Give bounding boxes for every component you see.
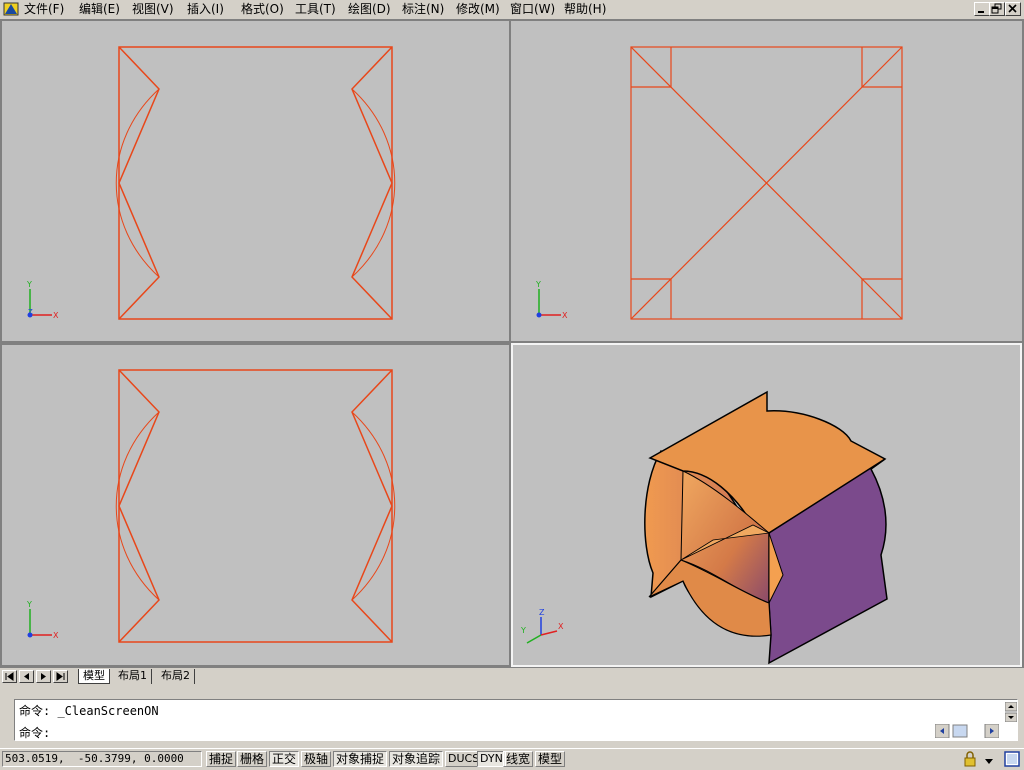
side-view-drawing: Y X	[26, 369, 396, 643]
ucs-x-label: X	[562, 311, 568, 320]
prev-icon	[24, 673, 29, 680]
next-icon	[41, 673, 46, 680]
command-text-area[interactable]: 命令: _CleanScreenON 命令:	[14, 699, 1018, 741]
minimize-button[interactable]	[974, 2, 990, 16]
close-button[interactable]	[1005, 2, 1021, 16]
status-grid-button[interactable]: 栅格	[237, 751, 268, 767]
ucs-y-label: Y	[520, 626, 526, 635]
viewport-top[interactable]: Y X	[511, 21, 1022, 341]
menu-edit[interactable]: 编辑(E)	[79, 2, 120, 16]
status-ortho-button[interactable]: 正交	[269, 751, 300, 767]
menu-tools[interactable]: 工具(T)	[295, 2, 336, 16]
tab-nav-prev-button[interactable]	[19, 670, 34, 683]
hscroll-icon	[934, 723, 1000, 739]
status-otrack-button[interactable]: 对象追踪	[389, 751, 444, 767]
command-prompt: 命令:	[19, 726, 51, 740]
tray-menu-arrow-icon[interactable]	[984, 755, 994, 765]
viewport-side[interactable]: Y X	[2, 345, 509, 665]
command-vertical-scrollbar[interactable]	[1004, 701, 1018, 723]
status-dyn-button[interactable]: DYN	[477, 751, 506, 767]
autocad-app-icon[interactable]	[3, 1, 19, 17]
clean-screen-icon[interactable]	[1004, 751, 1020, 767]
status-polar-button[interactable]: 极轴	[301, 751, 332, 767]
front-view-drawing: Y X Z	[26, 46, 396, 320]
last-icon	[56, 672, 65, 681]
ucs-x-label: X	[53, 311, 59, 320]
viewport-3d[interactable]: Z Y X	[511, 343, 1022, 667]
tab-nav-last-button[interactable]	[53, 670, 68, 683]
menu-view[interactable]: 视图(V)	[132, 2, 174, 16]
command-history-line: 命令: _CleanScreenON	[19, 704, 159, 718]
first-icon	[5, 672, 14, 681]
layout-tabs-bar: 模型 布局1 布局2	[0, 667, 1024, 684]
menu-format[interactable]: 格式(O)	[241, 2, 284, 16]
minimize-icon	[978, 11, 984, 13]
command-horizontal-scrollbar[interactable]	[934, 723, 1000, 739]
ucs-icon: Y X	[26, 600, 59, 640]
menu-draw[interactable]: 绘图(D)	[348, 2, 391, 16]
ucs-icon-3d: Z Y X	[520, 608, 564, 644]
tab-layout2[interactable]: 布局2	[157, 669, 195, 684]
tab-layout1[interactable]: 布局1	[114, 669, 152, 684]
menu-modify[interactable]: 修改(M)	[456, 2, 500, 16]
tab-nav-first-button[interactable]	[2, 670, 17, 683]
viewport-front[interactable]: Y X Z	[2, 21, 509, 341]
restore-button[interactable]	[989, 2, 1005, 16]
tab-nav-next-button[interactable]	[36, 670, 51, 683]
menu-bar: 文件(F) 编辑(E) 视图(V) 插入(I) 格式(O) 工具(T) 绘图(D…	[0, 0, 1024, 19]
ucs-y-label: Y	[26, 600, 32, 609]
ucs-icon: Y X	[535, 280, 568, 320]
tab-model[interactable]: 模型	[78, 669, 110, 684]
ucs-y-label: Y	[26, 280, 32, 289]
menu-file[interactable]: 文件(F)	[24, 2, 64, 16]
status-lineweight-button[interactable]: 线宽	[503, 751, 534, 767]
status-snap-button[interactable]: 捕捉	[206, 751, 237, 767]
command-window: 命令: _CleanScreenON 命令:	[0, 684, 1024, 746]
status-model-button[interactable]: 模型	[535, 751, 566, 767]
ucs-icon: Y X Z	[26, 280, 59, 320]
ucs-z-label: Z	[539, 608, 545, 617]
ucs-z-label: Z	[28, 308, 33, 316]
restore-icon	[991, 3, 1002, 14]
status-bar: 503.0519, -50.3799, 0.0000 捕捉 栅格 正交 极轴 对…	[0, 748, 1024, 768]
lock-icon[interactable]	[962, 751, 978, 767]
menu-help[interactable]: 帮助(H)	[564, 2, 606, 16]
scroll-arrows-icon	[1004, 701, 1018, 723]
ucs-x-label: X	[53, 631, 59, 640]
top-view-drawing: Y X	[535, 46, 903, 320]
coordinate-readout: 503.0519, -50.3799, 0.0000	[2, 751, 202, 767]
ucs-x-label: X	[558, 622, 564, 631]
menu-dimension[interactable]: 标注(N)	[402, 2, 444, 16]
status-osnap-button[interactable]: 对象捕捉	[333, 751, 388, 767]
close-icon	[1008, 4, 1017, 13]
isometric-solid-drawing: Z Y X	[520, 390, 888, 665]
viewports-area: Y X Z Y X Y X Z Y X	[0, 19, 1024, 667]
menu-window[interactable]: 窗口(W)	[510, 2, 555, 16]
ucs-y-label: Y	[535, 280, 541, 289]
menu-insert[interactable]: 插入(I)	[187, 2, 224, 16]
